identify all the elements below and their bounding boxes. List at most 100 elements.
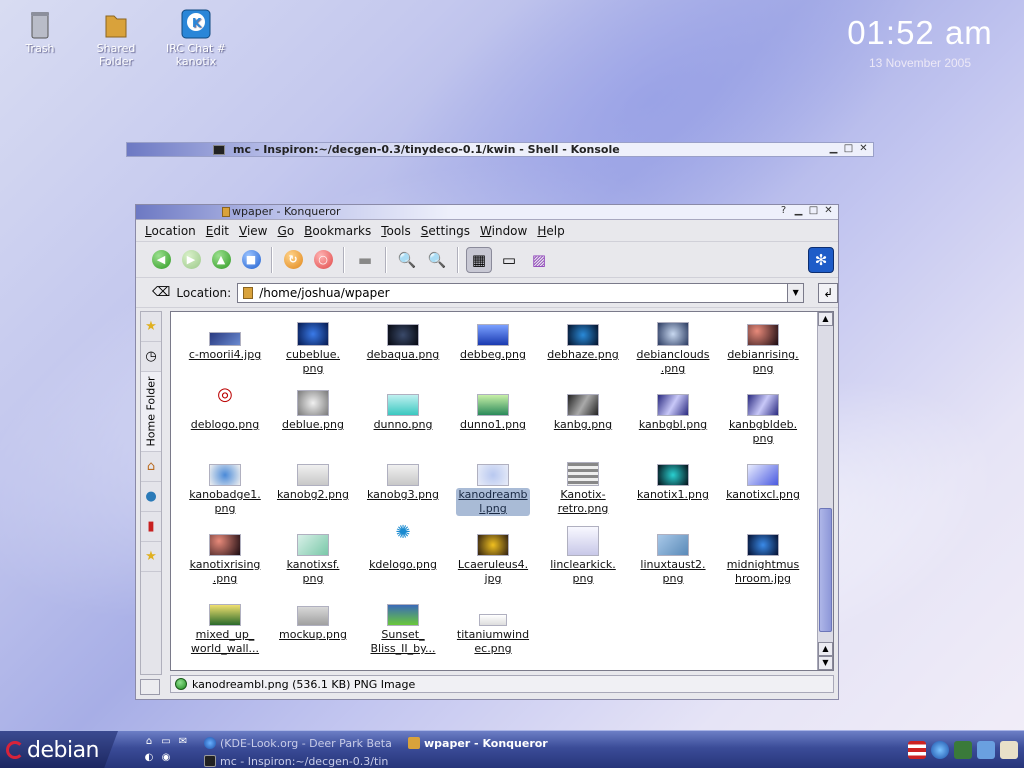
zoom-in-button[interactable]: 🔍 — [394, 247, 420, 273]
update-icon[interactable] — [954, 741, 972, 759]
file-item[interactable]: kanobadge1. png — [181, 460, 269, 516]
sidebar-tab-home-folder[interactable]: Home Folder — [141, 372, 161, 452]
file-icon-view[interactable]: c-moorii4.jpg cubeblue. png debaqua.png deb… — [170, 311, 834, 671]
file-item[interactable]: mixed_up_ world_wall... — [181, 600, 269, 656]
mail-icon[interactable]: ✉ — [176, 735, 190, 748]
task-konsole[interactable]: mc - Inspiron:~/decgen-0.3/tin — [204, 753, 404, 768]
klipper-icon[interactable] — [1000, 741, 1018, 759]
system-tray — [908, 741, 1018, 759]
menu-settings[interactable]: Settings — [416, 224, 475, 238]
desktop-icon-trash[interactable]: Trash — [2, 8, 78, 55]
minimize-button[interactable]: ▁ — [793, 205, 804, 216]
terminal-icon[interactable]: ▭ — [159, 735, 173, 748]
forward-button[interactable]: ▶ — [178, 247, 204, 273]
konqueror-titlebar[interactable]: wpaper - Konqueror ? ▁ □ ✕ — [136, 205, 838, 220]
file-item[interactable]: kanotixsf. png — [269, 530, 357, 586]
menu-bookmarks[interactable]: Bookmarks — [299, 224, 376, 238]
menu-window[interactable]: Window — [475, 224, 532, 238]
file-item[interactable]: Lcaeruleus4. jpg — [449, 530, 537, 586]
network-monitor-icon[interactable] — [977, 741, 995, 759]
konqueror-window: wpaper - Konqueror ? ▁ □ ✕ Location Edit… — [135, 204, 839, 700]
print-button[interactable]: ▬ — [352, 247, 378, 273]
menu-help[interactable]: Help — [532, 224, 569, 238]
sidebar-tab-bookmarks-2[interactable]: ★ — [141, 542, 161, 572]
help-button[interactable]: ? — [778, 205, 789, 216]
file-item[interactable]: kanbgbldeb. png — [719, 390, 807, 446]
file-item[interactable]: kanotixrising .png — [181, 530, 269, 586]
sidebar-tab-history[interactable]: ◷ — [141, 342, 161, 372]
scroll-down-button[interactable]: ▼ — [818, 656, 833, 670]
chevron-down-icon[interactable]: ▼ — [787, 283, 804, 302]
image-thumbnail-icon — [387, 394, 419, 416]
home-icon[interactable]: ⌂ — [142, 735, 156, 748]
konsole-window-titlebar[interactable]: mc - Inspiron:~/decgen-0.3/tinydeco-0.1/… — [126, 142, 874, 157]
file-item[interactable]: Kanotix- retro.png — [539, 460, 627, 516]
file-item[interactable]: cubeblue. png — [269, 320, 357, 376]
menu-view[interactable]: View — [234, 224, 272, 238]
close-button[interactable]: ✕ — [823, 205, 834, 216]
start-menu-button[interactable]: debian — [0, 731, 118, 768]
maximize-button[interactable]: □ — [843, 143, 854, 154]
icon-view-button[interactable]: ▦ — [466, 246, 492, 273]
menu-edit[interactable]: Edit — [201, 224, 234, 238]
clear-location-icon[interactable]: ⌫ — [152, 285, 170, 300]
file-item[interactable]: debaqua.png — [359, 320, 447, 362]
file-item[interactable]: deblue.png — [269, 390, 357, 432]
stop-button[interactable]: ○ — [310, 247, 336, 273]
file-item[interactable]: debhaze.png — [539, 320, 627, 362]
desktop-icon-shared-folder[interactable]: Shared Folder — [78, 8, 154, 68]
close-button[interactable]: ✕ — [858, 143, 869, 154]
file-item[interactable]: kanobg3.png — [359, 460, 447, 502]
sidebar-tab-network[interactable]: ● — [141, 482, 161, 512]
network-globe-icon[interactable] — [931, 741, 949, 759]
desktop-icon-irc-chat[interactable]: K IRC Chat # kanotix — [158, 8, 234, 68]
task-browser[interactable]: (KDE-Look.org - Deer Park Beta — [204, 735, 404, 751]
file-item[interactable]: midnightmus hroom.jpg — [719, 530, 807, 586]
file-item[interactable]: linuxtaust2. png — [629, 530, 717, 586]
scroll-up-button[interactable]: ▲ — [818, 312, 833, 326]
sidebar-toggle[interactable] — [140, 679, 160, 695]
file-item[interactable]: c-moorii4.jpg — [181, 320, 269, 362]
task-konqueror[interactable]: wpaper - Konqueror — [408, 735, 608, 751]
file-item[interactable]: debianrising. png — [719, 320, 807, 376]
file-item[interactable]: kanbgbl.png — [629, 390, 717, 432]
menu-go[interactable]: Go — [273, 224, 300, 238]
vertical-scrollbar[interactable]: ▲ ▲ ▼ — [817, 312, 833, 670]
reload-button[interactable]: ↻ — [280, 247, 306, 273]
file-item[interactable]: mockup.png — [269, 600, 357, 642]
file-item[interactable]: kanotix1.png — [629, 460, 717, 502]
file-item[interactable]: ◎ deblogo.png — [181, 386, 269, 432]
back-button[interactable]: ◀ — [148, 247, 174, 273]
file-item[interactable]: titaniumwind ec.png — [449, 600, 537, 656]
sidebar-tab-services[interactable]: ▮ — [141, 512, 161, 542]
file-item[interactable]: Sunset_ Bliss_II_by... — [359, 600, 447, 656]
file-item[interactable]: debianclouds .png — [629, 320, 717, 376]
minimize-button[interactable]: ▁ — [828, 143, 839, 154]
go-button[interactable]: ↲ — [818, 282, 838, 303]
location-input[interactable]: /home/joshua/wpaper ▼ — [237, 282, 805, 303]
file-item[interactable]: kanotixcl.png — [719, 460, 807, 502]
us-flag-icon[interactable] — [908, 741, 926, 759]
file-item[interactable]: dunno.png — [359, 390, 447, 432]
scroll-up-button-2[interactable]: ▲ — [818, 642, 833, 656]
menu-location[interactable]: Location — [140, 224, 201, 238]
menu-tools[interactable]: Tools — [376, 224, 416, 238]
file-item[interactable]: ✺ kdelogo.png — [359, 524, 447, 572]
zoom-out-button[interactable]: 🔍 — [424, 247, 450, 273]
scrollbar-thumb[interactable] — [819, 508, 832, 632]
file-item[interactable]: dunno1.png — [449, 390, 537, 432]
preview-button[interactable]: ▨ — [526, 247, 552, 273]
home-button[interactable]: ■ — [238, 247, 264, 273]
detail-view-button[interactable]: ▭ — [496, 247, 522, 273]
help-icon[interactable]: ◉ — [159, 751, 173, 764]
file-item[interactable]: kanobg2.png — [269, 460, 357, 502]
file-item[interactable]: linclearkick. png — [539, 526, 627, 586]
sidebar-tab-home[interactable]: ⌂ — [141, 452, 161, 482]
sidebar-tab-bookmarks[interactable]: ★ — [141, 312, 161, 342]
file-item[interactable]: kanbg.png — [539, 390, 627, 432]
file-item[interactable]: debbeg.png — [449, 320, 537, 362]
file-item[interactable]: kanodreamb l.png — [449, 460, 537, 516]
up-button[interactable]: ▲ — [208, 247, 234, 273]
maximize-button[interactable]: □ — [808, 205, 819, 216]
browser-icon[interactable]: ◐ — [142, 751, 156, 764]
